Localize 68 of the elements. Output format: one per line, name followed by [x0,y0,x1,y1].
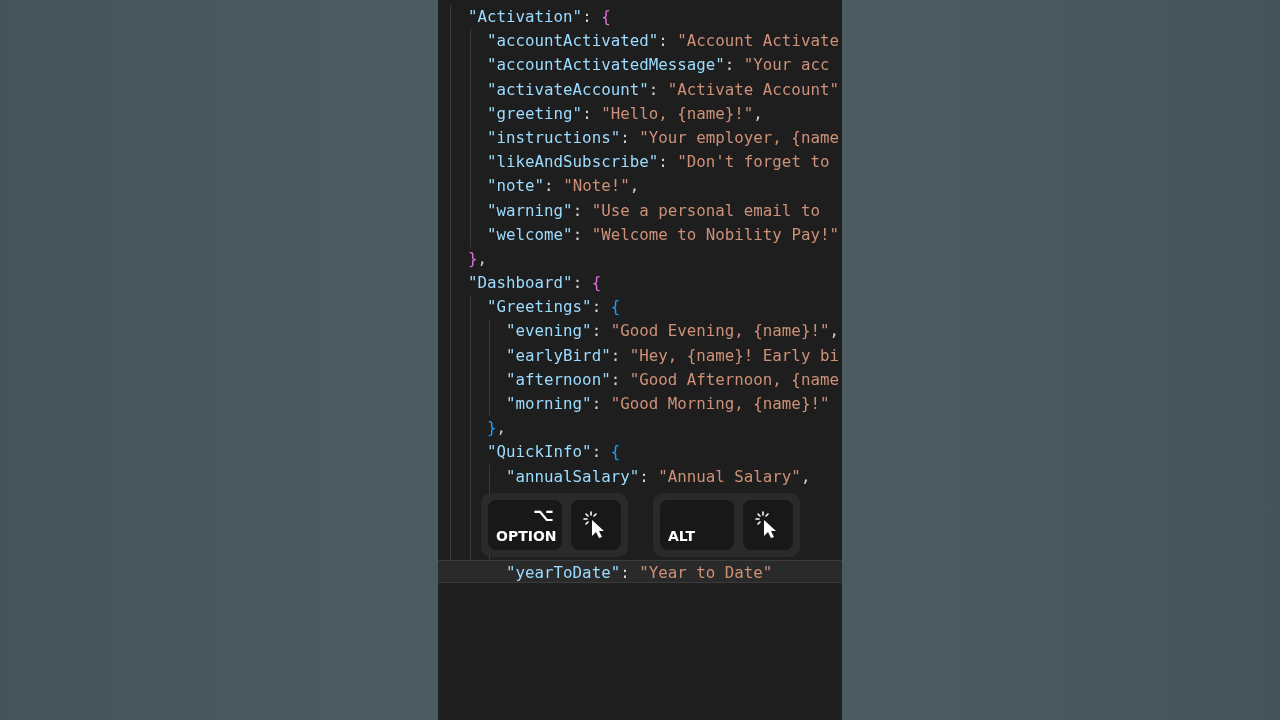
json-key: "afternoon" [506,369,611,389]
colon: : [639,466,649,486]
json-key: "annualSalary" [506,466,640,486]
json-key: "morning" [506,394,592,413]
open-brace: { [601,7,611,26]
json-string: "Your acc [743,55,830,75]
json-string: "Good Morning, {name}!" [610,394,830,413]
comma: , [496,418,507,438]
json-string: "Hello, {name}!" [601,103,754,123]
colon: : [591,297,602,317]
colon: : [591,321,602,341]
colon: : [658,31,668,51]
json-string: "Hey, {name}! Early bi [629,345,839,365]
json-string: "Annual Salary" [658,466,801,486]
json-string: "Your employer, {name [639,127,839,147]
colon: : [610,345,621,365]
comma: , [829,321,839,341]
json-key: "yearToDate" [506,562,621,582]
close-brace: } [468,248,478,268]
colon: : [620,127,630,147]
json-key: "warning" [487,200,573,220]
json-string: "Don't forget to [677,152,830,172]
colon: : [620,562,630,582]
colon: : [572,273,583,293]
json-key: "activateAccount" [487,79,649,99]
json-key: "earlyBird" [506,345,611,365]
json-key: "QuickInfo" [487,442,592,462]
colon: : [724,55,735,75]
key-label: ALT [668,527,696,544]
json-key: "accountActivated" [487,31,659,51]
json-string: "Note!" [563,176,630,196]
comma: , [477,248,488,268]
colon: : [582,103,592,123]
open-brace: { [610,442,621,462]
colon: : [572,200,583,220]
json-string: "Good Afternoon, {name [629,369,839,389]
json-string: "Account Activate [677,31,839,51]
json-string: "Year to Date" [639,562,773,582]
colon: : [544,176,554,196]
key-label: OPTION [496,527,557,544]
colon: : [658,152,668,172]
open-brace: { [591,273,602,293]
json-string: "Welcome to Nobility Pay!" [591,224,839,244]
json-key: "accountActivatedMessage" [487,55,725,75]
json-key: "instructions" [487,127,621,147]
json-key: "note" [487,176,545,196]
json-key: "greeting" [487,103,583,123]
json-key: "Activation" [468,7,583,26]
comma: , [753,103,763,123]
colon: : [582,7,592,26]
json-string: "Activate Account" [667,79,839,99]
json-string: "Use a personal email to [591,200,820,220]
colon: : [572,224,583,244]
json-key: "welcome" [487,224,573,244]
json-string: "Good Evening, {name}!" [610,321,830,341]
colon: : [648,79,659,99]
json-key: "Greetings" [487,297,592,317]
colon: : [591,394,602,413]
comma: , [800,466,811,486]
comma: , [629,176,640,196]
json-key: "likeAndSubscribe" [487,152,659,172]
open-brace: { [610,297,621,317]
colon: : [610,369,621,389]
colon: : [591,442,602,462]
json-key: "evening" [506,321,592,341]
json-key: "Dashboard" [468,273,573,293]
close-brace: } [487,418,497,438]
key-symbol: ⌥ [533,503,555,525]
